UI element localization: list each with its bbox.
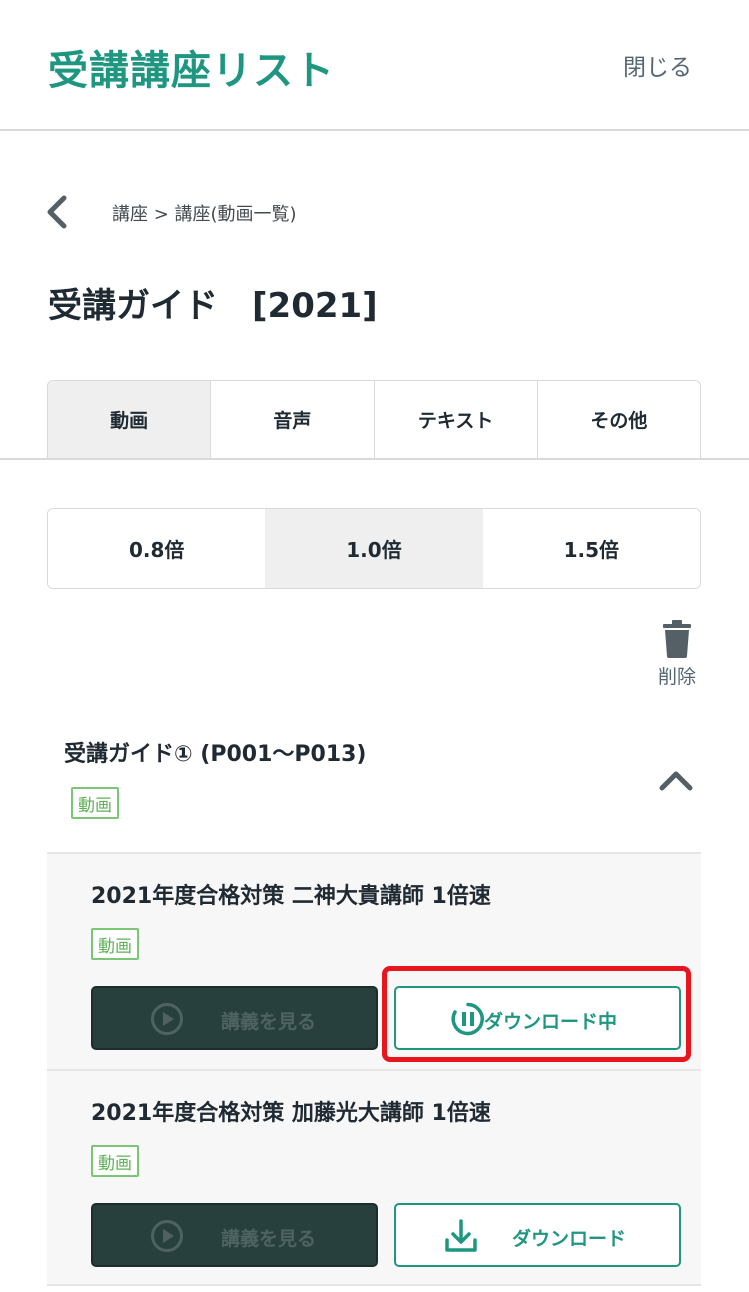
watch-lecture-label: 講義を見る (221, 1228, 317, 1250)
section-badge: 動画 (71, 787, 119, 819)
delete-label: 削除 (657, 666, 696, 688)
close-button[interactable]: 閉じる (623, 48, 692, 82)
media-tabs: 動画 音声 テキスト その他 (47, 380, 701, 458)
app-header: 受講講座リスト 閉じる (0, 0, 749, 131)
lecture-badge: 動画 (91, 1145, 139, 1177)
lecture-item: 2021年度合格対策 加藤光大講師 1倍速 動画 講義を見る ダウンロード (47, 1069, 701, 1286)
watch-lecture-label: 講義を見る (221, 1011, 317, 1033)
play-icon (151, 1220, 183, 1252)
lecture-title: 2021年度合格対策 二神大貴講師 1倍速 (91, 884, 491, 909)
tab-other[interactable]: その他 (537, 381, 700, 458)
pause-download-icon (451, 1002, 484, 1036)
watch-lecture-button[interactable]: 講義を見る (91, 1203, 378, 1267)
lecture-title: 2021年度合格対策 加藤光大講師 1倍速 (91, 1101, 491, 1126)
chevron-left-icon (47, 195, 67, 229)
collapse-button[interactable] (656, 764, 696, 798)
tab-divider (0, 458, 749, 460)
chevron-up-icon (659, 771, 693, 791)
download-button[interactable]: ダウンロード中 (394, 986, 681, 1050)
tab-text[interactable]: テキスト (374, 381, 538, 458)
speed-option-1-0[interactable]: 1.0倍 (265, 509, 483, 588)
page-title: 受講ガイド [2021] (48, 286, 378, 326)
breadcrumb[interactable]: 講座 > 講座(動画一覧) (112, 200, 297, 226)
trash-icon (663, 620, 691, 658)
download-label: ダウンロード (512, 1228, 627, 1250)
download-icon (445, 1219, 477, 1252)
speed-selector: 0.8倍 1.0倍 1.5倍 (47, 508, 701, 589)
speed-option-1-5[interactable]: 1.5倍 (482, 509, 700, 588)
app-title: 受講講座リスト (48, 48, 335, 94)
delete-button[interactable]: 削除 (648, 620, 706, 690)
section-title: 受講ガイド① (P001〜P013) (64, 742, 367, 767)
tab-audio[interactable]: 音声 (211, 381, 375, 458)
speed-option-0-8[interactable]: 0.8倍 (48, 509, 266, 588)
lecture-badge: 動画 (91, 928, 139, 960)
tab-video[interactable]: 動画 (48, 381, 212, 458)
lecture-item: 2021年度合格対策 二神大貴講師 1倍速 動画 講義を見る ダウンロード中 (47, 852, 701, 1069)
back-button[interactable] (40, 192, 74, 232)
play-icon (151, 1003, 183, 1035)
watch-lecture-button[interactable]: 講義を見る (91, 986, 378, 1050)
download-button[interactable]: ダウンロード (394, 1203, 681, 1267)
download-label: ダウンロード中 (484, 1011, 618, 1033)
